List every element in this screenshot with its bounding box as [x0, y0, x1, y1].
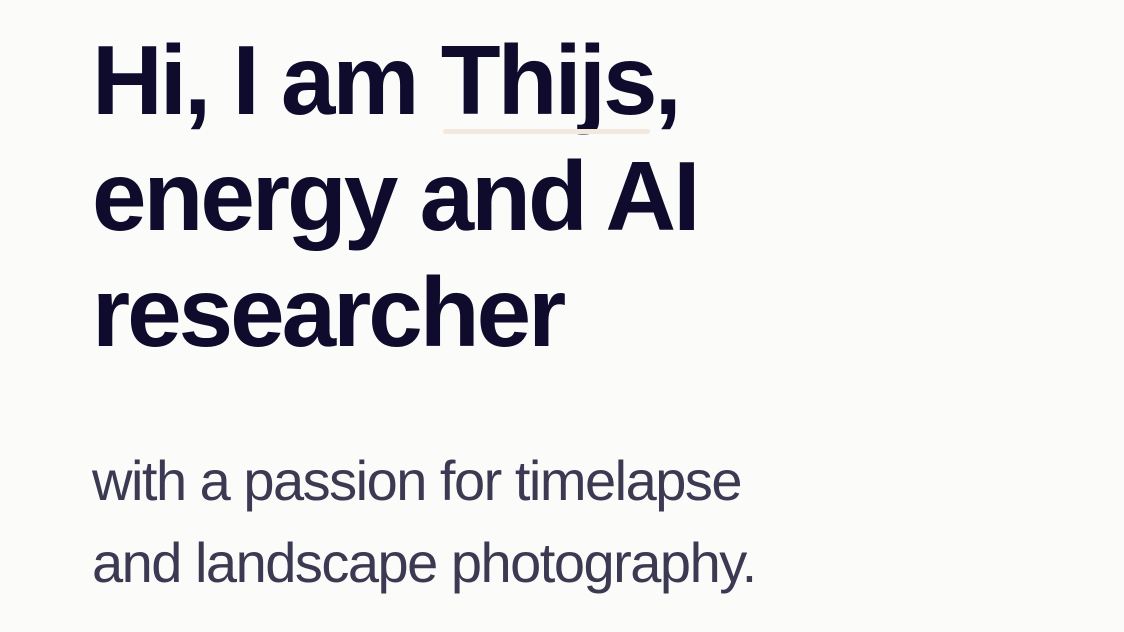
hero-section: Hi, I am Thijs, energy and AI researcher — [92, 22, 1072, 370]
headline-line-1: Hi, I am Thijs, — [92, 22, 1072, 138]
subtitle-line-2: and landscape photography. — [92, 531, 757, 594]
page-title: Hi, I am Thijs, energy and AI researcher — [92, 22, 1072, 370]
hero-subtitle: with a passion for timelapse and landsca… — [92, 440, 757, 604]
headline-name: Thijs — [440, 22, 658, 138]
headline-greeting: Hi, I am — [92, 25, 441, 135]
headline-line-3: researcher — [92, 257, 566, 367]
name-underline-decoration — [442, 129, 651, 134]
headline-line-2: energy and AI — [92, 141, 700, 251]
headline-name-text: Thijs — [440, 25, 658, 135]
headline-name-suffix: , — [654, 25, 681, 135]
subtitle-line-1: with a passion for timelapse — [92, 449, 743, 512]
